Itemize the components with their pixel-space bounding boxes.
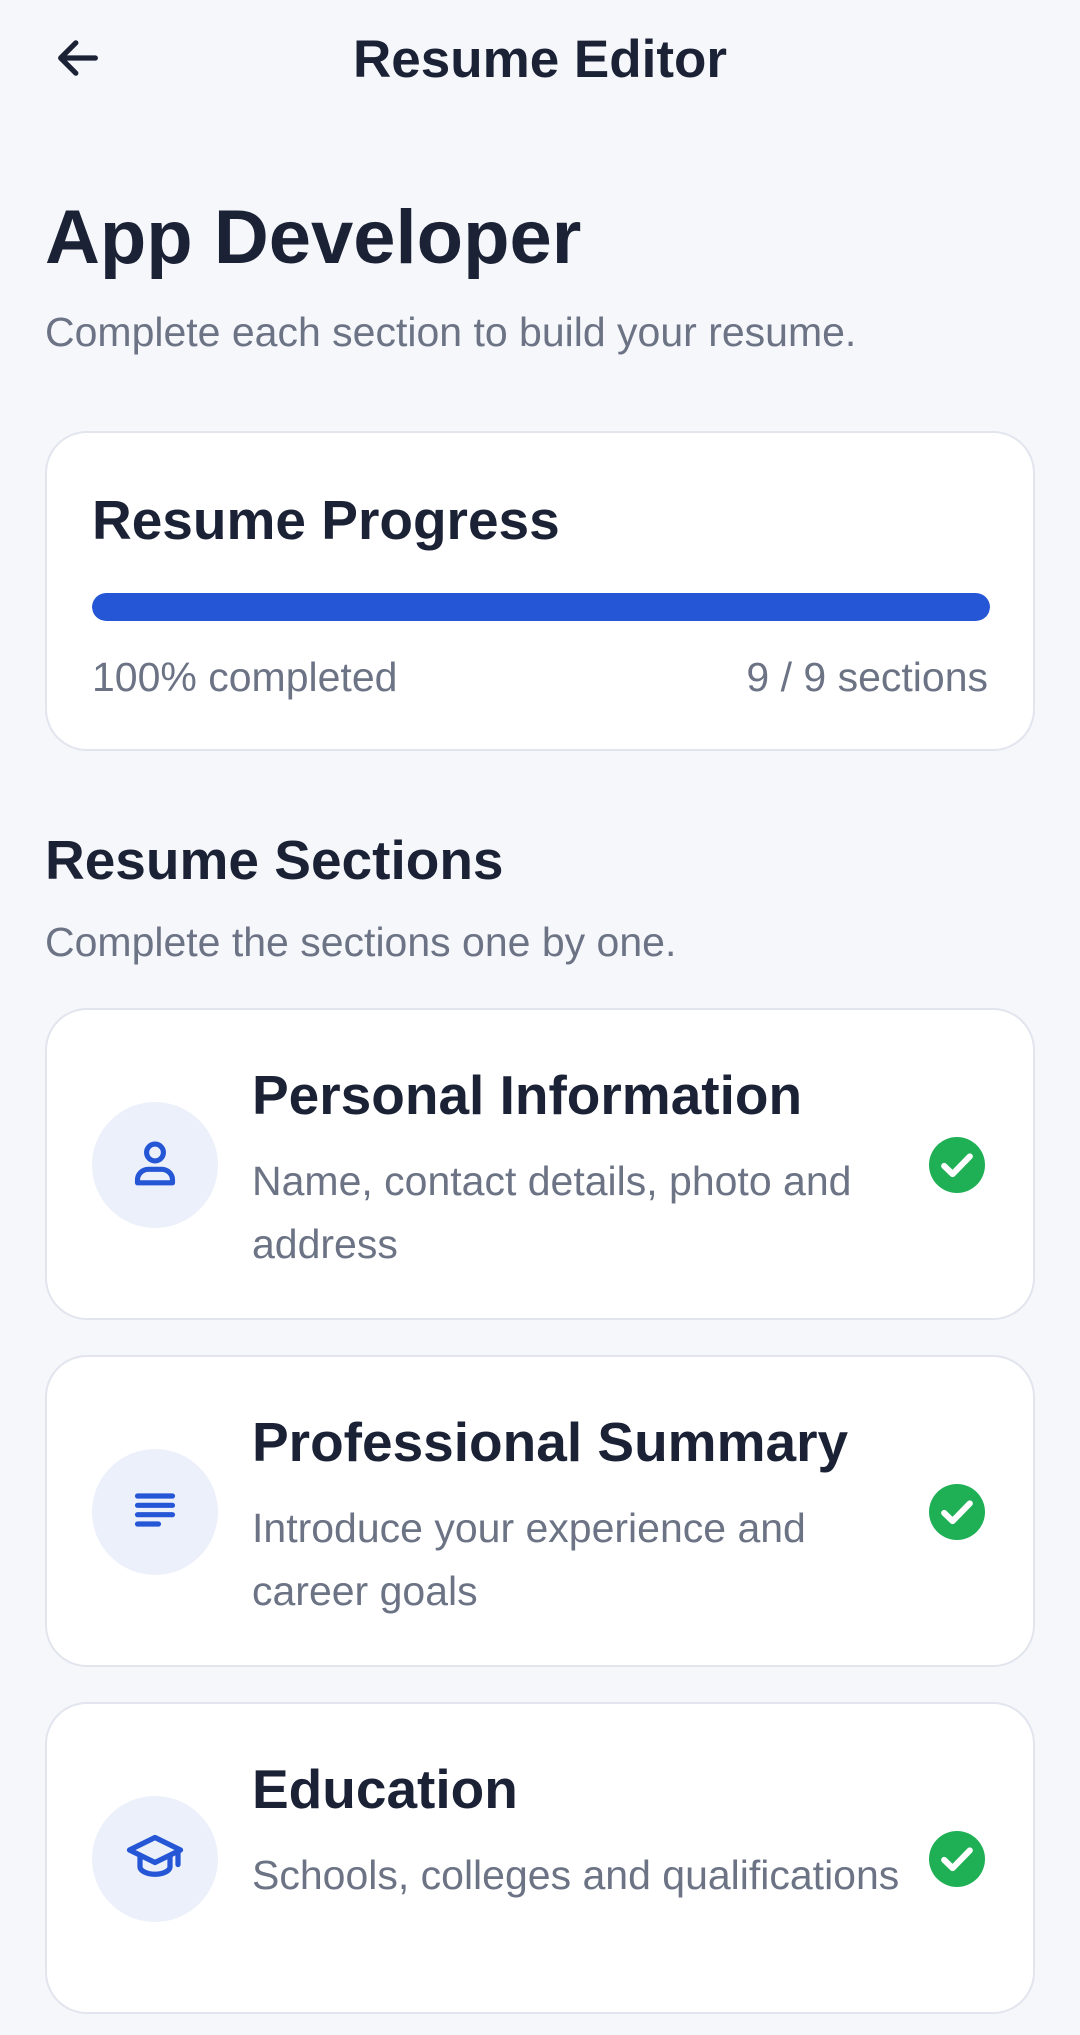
progress-card: Resume Progress 100% completed 9 / 9 sec… — [45, 431, 1035, 751]
section-name: Personal Information — [252, 1064, 803, 1126]
page-subtitle: Complete each section to build your resu… — [45, 309, 857, 355]
section-icon-circle — [92, 1102, 218, 1228]
progress-bar-fill — [92, 593, 990, 621]
progress-percent-label: 100% completed — [92, 654, 398, 700]
completed-check-icon — [929, 1484, 985, 1540]
completed-check-icon — [929, 1831, 985, 1887]
page-title: App Developer — [45, 195, 582, 280]
section-description: Schools, colleges and qualifications — [252, 1852, 900, 1898]
section-icon-circle — [92, 1449, 218, 1575]
sections-subtitle: Complete the sections one by one. — [45, 919, 677, 965]
section-name: Education — [252, 1758, 518, 1820]
progress-title: Resume Progress — [92, 489, 560, 551]
graduation-cap-icon — [125, 1827, 185, 1892]
completed-check-icon — [929, 1137, 985, 1193]
person-icon — [127, 1135, 183, 1196]
progress-sections-count: 9 / 9 sections — [746, 654, 988, 700]
section-description: Introduce your experience and career goa… — [252, 1505, 806, 1614]
app-bar: Resume Editor — [0, 0, 1080, 120]
section-card-personal-information[interactable]: Personal Information Name, contact detai… — [45, 1008, 1035, 1320]
app-bar-title: Resume Editor — [352, 30, 728, 89]
text-lines-icon — [127, 1482, 183, 1543]
progress-bar — [92, 593, 990, 621]
section-icon-circle — [92, 1796, 218, 1922]
section-card-education[interactable]: Education Schools, colleges and qualific… — [45, 1702, 1035, 2014]
section-name: Professional Summary — [252, 1411, 849, 1473]
sections-title: Resume Sections — [45, 829, 504, 891]
section-card-professional-summary[interactable]: Professional Summary Introduce your expe… — [45, 1355, 1035, 1667]
section-description: Name, contact details, photo and address — [252, 1158, 852, 1267]
